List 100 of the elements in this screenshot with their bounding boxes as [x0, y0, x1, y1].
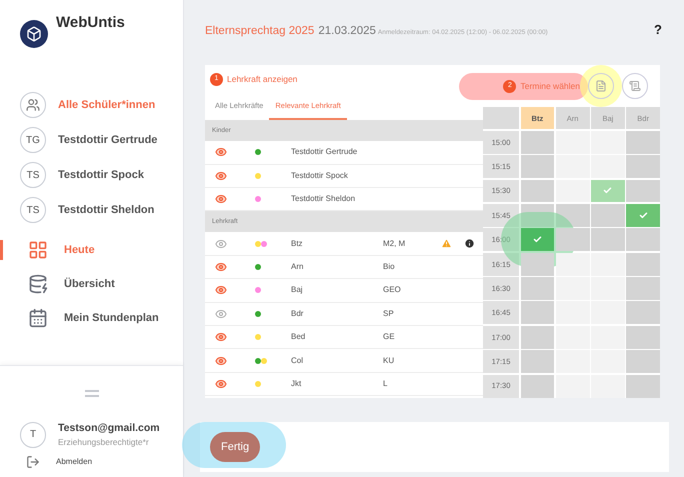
drag-handle-icon[interactable]	[84, 390, 98, 396]
time-slot[interactable]	[591, 301, 625, 324]
done-button[interactable]: Fertig	[210, 432, 260, 462]
avatar: TG	[20, 127, 46, 153]
time-slot[interactable]	[591, 180, 625, 202]
time-slot[interactable]	[626, 374, 660, 398]
subject-text: L	[383, 378, 388, 390]
time-slot[interactable]	[520, 350, 554, 374]
time-slot[interactable]	[520, 130, 554, 154]
student-item[interactable]: TG Testdottir Gertrude	[20, 127, 163, 153]
time-slot[interactable]	[626, 350, 660, 374]
time-slot[interactable]	[556, 374, 590, 398]
eye-icon[interactable]	[215, 354, 227, 367]
time-slot[interactable]	[520, 204, 554, 227]
row-name: Jkt	[291, 378, 302, 390]
time-slot[interactable]	[591, 228, 625, 252]
time-slot[interactable]	[556, 326, 590, 349]
list-row[interactable]: Baj GEO	[205, 279, 483, 303]
eye-icon[interactable]	[215, 170, 227, 182]
time-slot[interactable]	[520, 228, 554, 252]
check-icon	[532, 235, 542, 244]
time-slot[interactable]	[591, 204, 625, 227]
eye-icon[interactable]	[215, 193, 227, 206]
time-slot[interactable]	[520, 277, 554, 300]
row-name: Baj	[291, 284, 304, 296]
time-slot[interactable]	[591, 374, 625, 398]
overview-icon	[28, 274, 48, 294]
row-name: Bdr	[291, 308, 304, 320]
time-slot[interactable]	[556, 180, 590, 202]
list-row[interactable]: Testdottir Spock	[205, 164, 483, 188]
list-row[interactable]: Bdr SP	[205, 302, 483, 326]
time-slot[interactable]	[591, 350, 625, 374]
time-slot[interactable]	[556, 155, 590, 178]
time-slot[interactable]	[556, 204, 590, 227]
list-row[interactable]: Jkt L	[205, 372, 483, 396]
row-name: Testdottir Gertrude	[291, 146, 358, 158]
eye-icon[interactable]	[215, 378, 227, 390]
time-slot[interactable]	[556, 252, 590, 276]
time-slot[interactable]	[520, 374, 554, 398]
list-row[interactable]: Btz M2, M	[205, 232, 483, 256]
dashboard-icon	[28, 240, 48, 260]
eye-icon[interactable]	[215, 146, 227, 158]
event-title: Elternsprechtag 2025	[205, 24, 314, 39]
avatar	[20, 92, 46, 118]
student-item[interactable]: TS Testdottir Spock	[20, 162, 163, 188]
time-slot[interactable]	[520, 180, 554, 202]
list-row[interactable]: Bed GE	[205, 326, 483, 350]
eye-icon[interactable]	[215, 308, 227, 320]
time-slot[interactable]	[591, 252, 625, 276]
step-label: Termine wählen	[520, 80, 580, 93]
list-row[interactable]: Testdottir Gertrude	[205, 141, 483, 165]
pdf-button[interactable]	[588, 73, 614, 100]
time-slot[interactable]	[520, 301, 554, 324]
time-slot[interactable]	[556, 277, 590, 300]
eye-icon[interactable]	[215, 238, 227, 250]
list-row[interactable]: Col KU	[205, 349, 483, 373]
time-slot[interactable]	[626, 180, 660, 202]
nav-item[interactable]: Übersicht	[0, 274, 183, 294]
calendar-icon	[28, 308, 48, 328]
info-icon[interactable]	[464, 238, 475, 250]
time-slot[interactable]	[520, 155, 554, 178]
logout-link[interactable]: Abmelden	[0, 455, 183, 469]
logout-icon	[26, 455, 40, 469]
help-button[interactable]: ?	[654, 20, 662, 40]
user-avatar: T	[20, 422, 46, 448]
time-slot[interactable]	[591, 155, 625, 178]
time-slot[interactable]	[626, 204, 660, 227]
check-icon	[638, 210, 648, 220]
time-slot[interactable]	[591, 277, 625, 300]
time-slot[interactable]	[556, 130, 590, 154]
time-slot[interactable]	[520, 252, 554, 276]
time-slot[interactable]	[556, 228, 590, 252]
nav-item[interactable]: Mein Stundenplan	[0, 308, 183, 328]
eye-icon[interactable]	[215, 261, 227, 273]
time-slot[interactable]	[556, 301, 590, 324]
time-slot[interactable]	[556, 350, 590, 374]
student-item[interactable]: TS Testdottir Sheldon	[20, 197, 163, 223]
time-slot[interactable]	[591, 326, 625, 349]
row-name: Testdottir Spock	[291, 170, 349, 182]
time-slot[interactable]	[626, 130, 660, 154]
subject-text: M2, M	[383, 238, 406, 250]
time-slot[interactable]	[626, 277, 660, 300]
time-slot[interactable]	[520, 326, 554, 349]
grid-corner	[483, 107, 519, 130]
user-role: Erziehungsberechtigte*r	[58, 436, 150, 449]
list-row[interactable]: Arn Bio	[205, 256, 483, 280]
time-slot[interactable]	[626, 301, 660, 324]
time-slot[interactable]	[626, 326, 660, 349]
scroll-button[interactable]	[622, 73, 648, 100]
user-email: Testson@gmail.com	[58, 420, 160, 436]
time-slot[interactable]	[626, 155, 660, 178]
eye-icon[interactable]	[215, 331, 227, 344]
app-name: WebUntis	[56, 13, 125, 33]
time-slot[interactable]	[626, 228, 660, 252]
avatar: TS	[20, 162, 46, 188]
row-name: Arn	[291, 261, 304, 273]
time-slot[interactable]	[591, 130, 625, 154]
row-name: Testdottir Sheldon	[291, 193, 356, 206]
time-slot[interactable]	[626, 252, 660, 276]
eye-icon[interactable]	[215, 284, 227, 296]
